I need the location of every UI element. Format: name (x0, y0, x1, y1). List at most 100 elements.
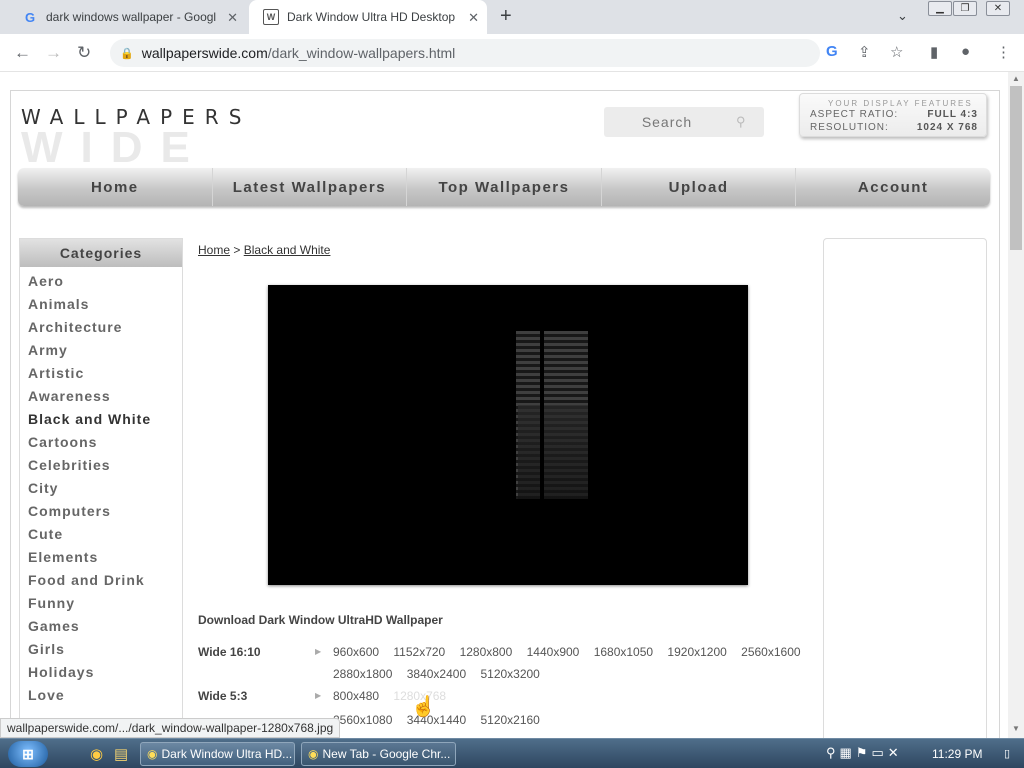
windows-taskbar: ⊞ ◉ ▤ ◉ Dark Window Ultra HD... ◉ New Ta… (0, 738, 1024, 768)
category-item[interactable]: Aero (28, 273, 182, 296)
tab-wallpaper-page[interactable]: W Dark Window Ultra HD Desktop ✕ (249, 0, 487, 34)
nav-account[interactable]: Account (796, 168, 990, 206)
browser-toolbar: ← → ↻ 🔒 wallpaperswide.com/dark_window-w… (0, 34, 1024, 72)
search-icon[interactable]: ⚲ (736, 114, 746, 130)
site-logo[interactable]: WALLPAPERS WIDE (21, 105, 281, 172)
page-scrollbar[interactable]: ▲ ▼ (1008, 72, 1024, 738)
side-panel-icon[interactable]: ▮ (930, 43, 938, 61)
resolution-link[interactable]: 800x480 (333, 689, 379, 703)
resolution-link[interactable]: 1920x1200 (667, 645, 726, 659)
breadcrumb-current-link[interactable]: Black and White (244, 243, 331, 257)
profile-avatar-icon[interactable]: ● (961, 43, 970, 60)
close-window-icon[interactable]: ✕ (986, 1, 1010, 16)
scrollbar-thumb[interactable] (1010, 86, 1022, 250)
resolution-link[interactable]: 3840x2400 (407, 667, 466, 681)
site-favicon-icon: W (263, 9, 279, 25)
category-item[interactable]: Artistic (28, 365, 182, 388)
taskbar-task[interactable]: ◉ New Tab - Google Chr... (301, 742, 456, 766)
taskbar-clock[interactable]: 11:29 PM (932, 747, 982, 761)
category-item-active[interactable]: Black and White (28, 411, 182, 434)
lock-icon: 🔒 (120, 47, 134, 60)
resolution-group-label: Wide 5:3 (198, 689, 248, 703)
resolution-link[interactable]: 2560x1080 (333, 713, 392, 727)
new-tab-icon[interactable]: + (500, 5, 512, 28)
resolution-link[interactable]: 1152x720 (393, 645, 445, 659)
resolution-link[interactable]: 2560x1600 (741, 645, 800, 659)
resolution-link[interactable]: 1680x1050 (594, 645, 653, 659)
tab-google-search[interactable]: G dark windows wallpaper - Google ✕ (8, 0, 246, 34)
aspect-ratio-label: ASPECT RATIO: (810, 109, 899, 120)
menu-kebab-icon[interactable]: ⋮ (996, 43, 1011, 61)
taskbar-task-active[interactable]: ◉ Dark Window Ultra HD... (140, 742, 295, 766)
resolution-value: 1024 X 768 (916, 122, 978, 133)
breadcrumb-separator: > (233, 243, 241, 257)
reload-icon[interactable]: ↻ (77, 43, 91, 63)
search-input[interactable] (604, 107, 730, 137)
google-lens-icon[interactable]: G (826, 43, 838, 60)
tab-strip: G dark windows wallpaper - Google ✕ W Da… (0, 0, 1024, 34)
window-shadow-shape (518, 405, 588, 499)
aspect-ratio-value: FULL 4:3 (927, 109, 978, 120)
category-item[interactable]: Holidays (28, 664, 182, 687)
category-item[interactable]: Girls (28, 641, 182, 664)
category-item[interactable]: Cartoons (28, 434, 182, 457)
category-item[interactable]: Celebrities (28, 457, 182, 480)
scroll-up-icon[interactable]: ▲ (1012, 74, 1020, 83)
close-tab-icon[interactable]: ✕ (468, 10, 479, 26)
link-status-bar: wallpaperswide.com/.../dark_window-wallp… (0, 718, 341, 738)
start-button[interactable]: ⊞ (8, 741, 48, 767)
google-favicon-icon: G (24, 9, 36, 25)
scroll-down-icon[interactable]: ▼ (1012, 724, 1020, 733)
category-item[interactable]: City (28, 480, 182, 503)
category-item[interactable]: Elements (28, 549, 182, 572)
breadcrumb-home-link[interactable]: Home (198, 243, 230, 257)
tab-title: dark windows wallpaper - Google (46, 10, 216, 24)
system-tray-icons[interactable]: ⚲▦⚑▭✕ (826, 745, 903, 761)
restore-icon[interactable]: ❐ (953, 1, 977, 16)
show-desktop-icon[interactable]: ▯ (1004, 747, 1010, 760)
bookmark-star-icon[interactable]: ☆ (890, 43, 903, 61)
chevron-down-icon[interactable]: ⌄ (897, 8, 908, 24)
category-item[interactable]: Food and Drink (28, 572, 182, 595)
resolution-link[interactable]: 5120x2160 (480, 713, 539, 727)
download-title: Download Dark Window UltraHD Wallpaper (198, 613, 443, 627)
category-item[interactable]: Awareness (28, 388, 182, 411)
category-item[interactable]: Funny (28, 595, 182, 618)
page-viewport: WALLPAPERS WIDE ⚲ YOUR DISPLAY FEATURES … (0, 72, 1008, 738)
category-item[interactable]: Computers (28, 503, 182, 526)
forward-icon[interactable]: → (45, 43, 62, 63)
category-item[interactable]: Army (28, 342, 182, 365)
categories-list: Aero Animals Architecture Army Artistic … (20, 267, 182, 710)
category-item[interactable]: Animals (28, 296, 182, 319)
nav-upload[interactable]: Upload (602, 168, 797, 206)
taskbar-task-label: New Tab - Google Chr... (322, 747, 451, 761)
window-frame-shape (540, 325, 544, 501)
nav-home[interactable]: Home (18, 168, 213, 206)
resolution-link[interactable]: 1440x900 (527, 645, 580, 659)
nav-latest-wallpapers[interactable]: Latest Wallpapers (213, 168, 408, 206)
back-icon[interactable]: ← (14, 43, 31, 63)
address-domain: wallpaperswide.com (141, 45, 268, 61)
folder-quicklaunch-icon[interactable]: ▤ (114, 745, 128, 763)
resolution-link[interactable]: 960x600 (333, 645, 379, 659)
chrome-quicklaunch-icon[interactable]: ◉ (90, 745, 103, 763)
nav-top-wallpapers[interactable]: Top Wallpapers (407, 168, 602, 206)
category-item[interactable]: Love (28, 687, 182, 710)
triangle-right-icon: ▶ (315, 691, 322, 700)
resolution-link[interactable]: 5120x3200 (480, 667, 539, 681)
resolution-group-label: Wide 16:10 (198, 645, 261, 659)
wallpaper-preview-image[interactable] (268, 285, 748, 585)
categories-sidebar: Categories Aero Animals Architecture Arm… (19, 238, 183, 738)
category-item[interactable]: Architecture (28, 319, 182, 342)
breadcrumb: Home > Black and White (198, 243, 330, 257)
category-item[interactable]: Games (28, 618, 182, 641)
share-icon[interactable]: ⇪ (858, 43, 871, 61)
address-path: /dark_window-wallpapers.html (267, 45, 456, 61)
resolution-link[interactable]: 1280x800 (460, 645, 513, 659)
chrome-icon: ◉ (308, 747, 319, 761)
close-tab-icon[interactable]: ✕ (227, 10, 238, 26)
resolution-link[interactable]: 2880x1800 (333, 667, 392, 681)
address-bar[interactable]: 🔒 wallpaperswide.com/dark_window-wallpap… (110, 39, 820, 67)
minimize-icon[interactable]: ▁ (928, 1, 952, 16)
category-item[interactable]: Cute (28, 526, 182, 549)
